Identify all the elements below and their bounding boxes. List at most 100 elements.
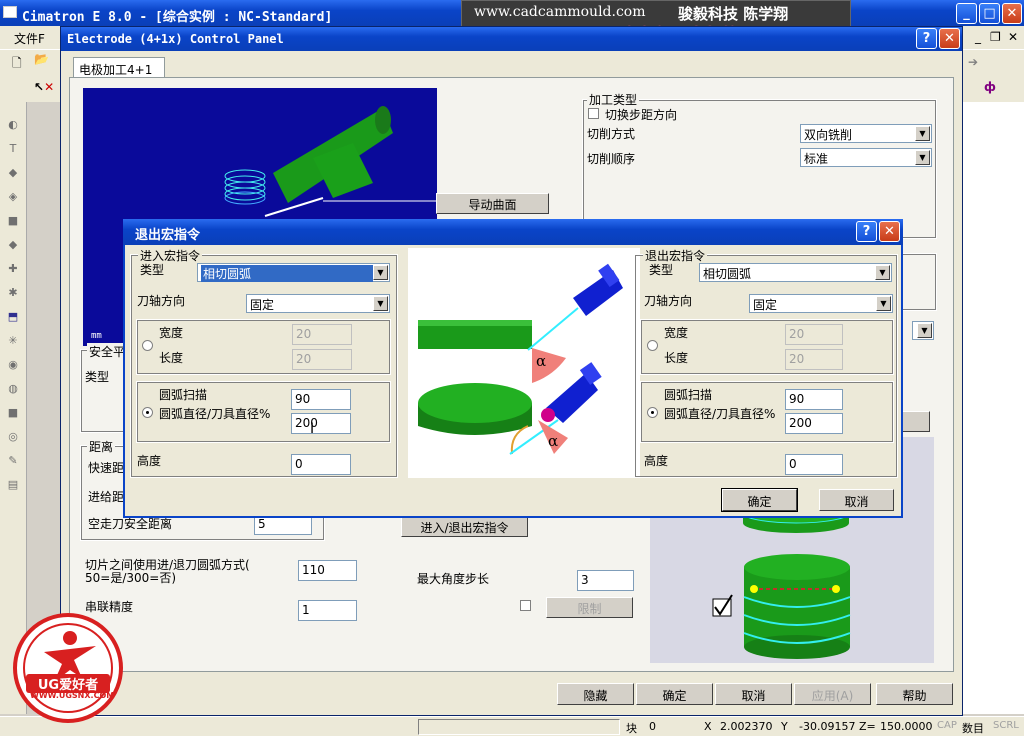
panel-ok-label: 确定 [662, 689, 687, 703]
limit-button[interactable]: 限制 [546, 597, 633, 618]
tool-icon-10[interactable]: ✳ [5, 334, 21, 348]
axis-icon[interactable]: ф [984, 80, 996, 94]
cursor-delete-icon[interactable]: ↖✕ [34, 80, 54, 94]
dialog-close-button[interactable]: ✕ [879, 221, 900, 242]
new-file-icon[interactable]: 🗋 [12, 54, 22, 75]
dialog-ok-label: 确定 [747, 495, 772, 509]
tool-icon-16[interactable]: ▤ [5, 478, 21, 492]
exit-arc-ratio-input[interactable]: 200 [785, 413, 843, 434]
apply-button[interactable]: 应用(A) [794, 683, 871, 705]
app-maximize-button[interactable]: □ [979, 3, 1000, 24]
entry-exit-macro-button[interactable]: 进入/退出宏指令 [401, 515, 528, 537]
dialog-ok-button[interactable]: 确定 [721, 488, 798, 512]
tool-icon-13[interactable]: ■ [5, 406, 21, 420]
tool-icon-3[interactable]: ◆ [5, 166, 21, 180]
tool-icon-6[interactable]: ◆ [5, 238, 21, 252]
switch-stepover-label: 切换步距方向 [605, 108, 678, 122]
entry-arc-ratio-label: 圆弧直径/刀具直径% [159, 407, 271, 421]
entry-arc-ratio-input[interactable]: 200 [291, 413, 351, 434]
entry-width-value: 20 [296, 327, 312, 341]
arc-mode-input[interactable]: 110 [298, 560, 357, 581]
chain-tolerance-input[interactable]: 1 [298, 600, 357, 621]
entry-line-radio[interactable] [142, 340, 153, 351]
exit-arc-sweep-input[interactable]: 90 [785, 389, 843, 410]
app-minimize-button[interactable]: _ [956, 3, 977, 24]
tool-icon-14[interactable]: ◎ [5, 430, 21, 444]
entry-type-select[interactable]: 相切圆弧 ▼ [197, 263, 390, 282]
panel-titlebar: Electrode (4+1x) Control Panel ? ✕ [61, 27, 962, 51]
tool-icon-5[interactable]: ■ [5, 214, 21, 228]
status-bar: 块 0 X 2.002370 Y -30.09157 Z= 150.0000 C… [0, 716, 1024, 736]
right-mid-select[interactable]: ▼ [912, 321, 934, 340]
limit-label: 限制 [577, 602, 602, 616]
entry-length-input[interactable]: 20 [292, 349, 352, 370]
arc-mode-label-2: 50=是/300=否) [85, 571, 177, 585]
tool-icon-12[interactable]: ◍ [5, 382, 21, 396]
switch-stepover-checkbox[interactable] [588, 108, 599, 119]
cut-order-select[interactable]: 标准 ▼ [800, 148, 932, 167]
tool-icon-15[interactable]: ✎ [5, 454, 21, 468]
chevron-down-icon: ▼ [373, 296, 388, 311]
ug-logo-url: WWW.UGSNX.COM [30, 691, 115, 700]
mdi-restore-icon[interactable]: ❐ [990, 30, 1001, 44]
tool-icon-2[interactable]: T [5, 142, 21, 156]
max-angle-label: 最大角度步长 [417, 572, 490, 586]
hide-button[interactable]: 隐藏 [557, 683, 634, 705]
exit-width-input[interactable]: 20 [785, 324, 843, 345]
panel-cancel-button[interactable]: 取消 [715, 683, 792, 705]
max-angle-input[interactable]: 3 [577, 570, 634, 591]
help-label: 帮助 [902, 689, 927, 703]
panel-close-button[interactable]: ✕ [939, 28, 960, 49]
panel-help-button[interactable]: ? [916, 28, 937, 49]
arc-mode-value: 110 [302, 563, 325, 577]
exit-type-select[interactable]: 相切圆弧 ▼ [699, 263, 892, 282]
app-close-button[interactable]: ✕ [1002, 3, 1022, 24]
entry-height-input[interactable]: 0 [291, 454, 351, 475]
tab-electrode[interactable]: 电极加工4+1轴 [73, 57, 165, 94]
open-folder-icon[interactable]: 📂 [34, 52, 49, 66]
entry-exit-macro-label: 进入/退出宏指令 [420, 521, 509, 535]
panel-ok-button[interactable]: 确定 [636, 683, 713, 705]
cut-method-label: 切削方式 [587, 127, 636, 141]
mdi-min-icon[interactable]: _ [975, 30, 981, 44]
entry-type-value: 相切圆弧 [201, 265, 373, 282]
entry-height-value: 0 [295, 457, 303, 471]
entry-axis-select[interactable]: 固定 ▼ [246, 294, 390, 313]
chevron-down-icon: ▼ [373, 265, 388, 280]
exit-arc-radio[interactable] [647, 407, 658, 418]
exit-axis-value: 固定 [753, 298, 778, 312]
entry-axis-value: 固定 [250, 298, 275, 312]
exit-length-input[interactable]: 20 [785, 349, 843, 370]
exit-axis-select[interactable]: 固定 ▼ [749, 294, 893, 313]
exit-height-input[interactable]: 0 [785, 454, 843, 475]
tool-icon-7[interactable]: ✚ [5, 262, 21, 276]
tool-icon-1[interactable]: ◐ [5, 118, 21, 132]
exit-axis-label: 刀轴方向 [644, 294, 693, 308]
help-button[interactable]: 帮助 [876, 683, 953, 705]
tool-icon-4[interactable]: ◈ [5, 190, 21, 204]
tool-icon-9[interactable]: ⬒ [5, 310, 21, 324]
exit-line-radio[interactable] [647, 340, 658, 351]
entry-width-input[interactable]: 20 [292, 324, 352, 345]
dialog-help-button[interactable]: ? [856, 221, 877, 242]
nav-surface-button[interactable]: 导动曲面 [436, 193, 549, 214]
menu-file[interactable]: 文件F [14, 30, 45, 47]
exit-arc-ratio-value: 200 [789, 416, 812, 430]
dialog-cancel-button[interactable]: 取消 [819, 489, 894, 511]
hide-label: 隐藏 [583, 689, 608, 703]
entry-arc-radio[interactable] [142, 407, 153, 418]
entry-arc-sweep-input[interactable]: 90 [291, 389, 351, 410]
tool-icon-11[interactable]: ◉ [5, 358, 21, 372]
dialog-cancel-label: 取消 [844, 495, 869, 509]
panel-cancel-label: 取消 [741, 689, 766, 703]
cut-method-select[interactable]: 双向铣削 ▼ [800, 124, 932, 143]
right-mid-button[interactable] [900, 411, 930, 432]
status-block-value: 0 [649, 720, 656, 733]
tool-icon-8[interactable]: ✱ [5, 286, 21, 300]
arrow-right-icon[interactable]: ➔ [968, 55, 978, 69]
limit-checkbox[interactable] [520, 600, 531, 611]
exit-height-value: 0 [789, 457, 797, 471]
entry-arc-sweep-value: 90 [295, 392, 311, 406]
mdi-close-icon[interactable]: ✕ [1008, 30, 1018, 44]
entry-arc-ratio-value: 200 [295, 416, 318, 430]
